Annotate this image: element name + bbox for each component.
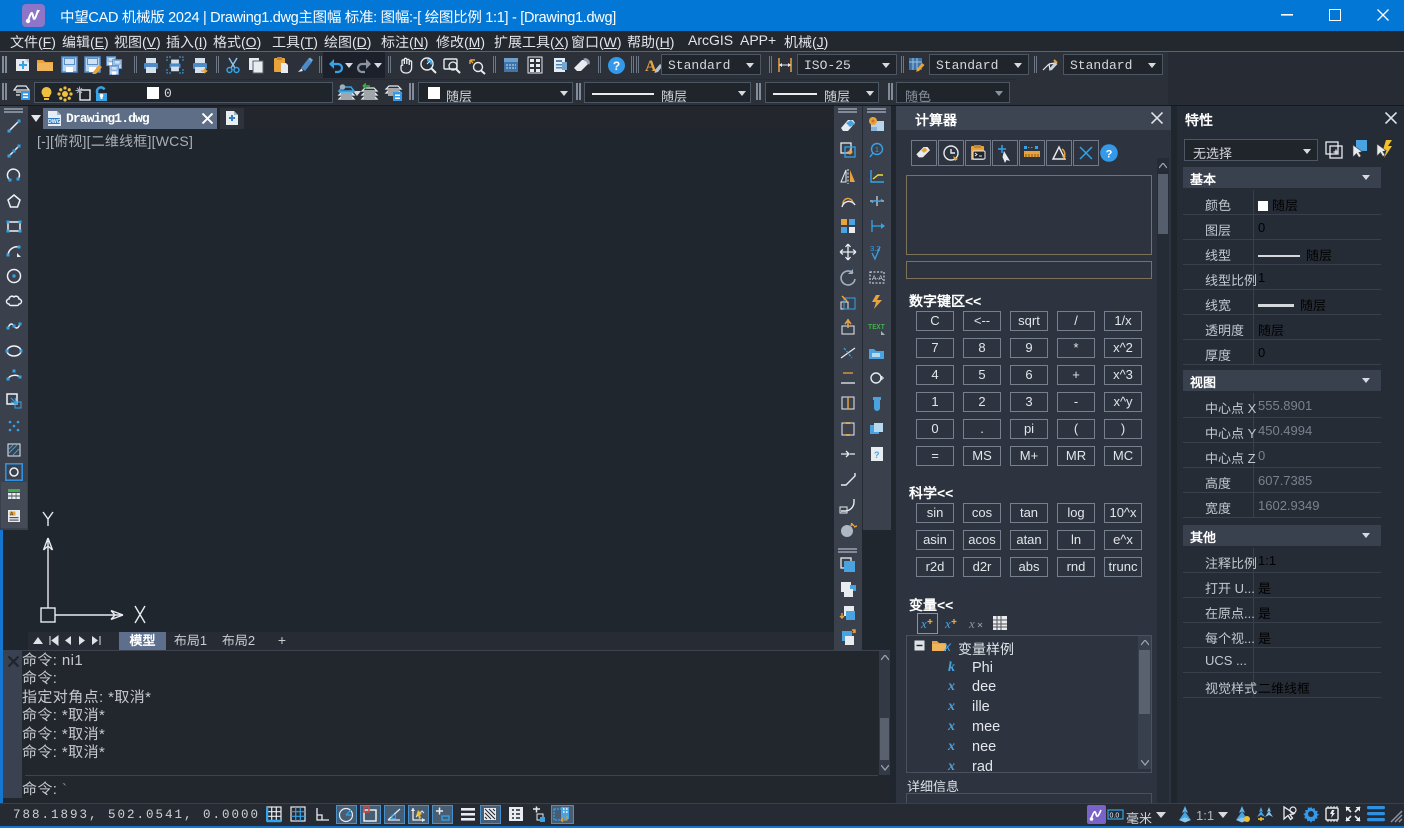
svg-text:?: ? [874,450,880,460]
svg-text:TEXT: TEXT [868,324,885,332]
svg-text:A-A: A-A [872,275,884,282]
svg-text:x: x [944,616,951,631]
svg-text:?: ? [1106,149,1113,161]
svg-text:0.0: 0.0 [1110,813,1120,820]
svg-text:x: x [920,616,927,631]
svg-text:DWG: DWG [48,119,61,125]
svg-text:x: x [968,616,975,631]
svg-text:?: ? [613,59,620,73]
svg-text:1: 1 [875,147,879,154]
